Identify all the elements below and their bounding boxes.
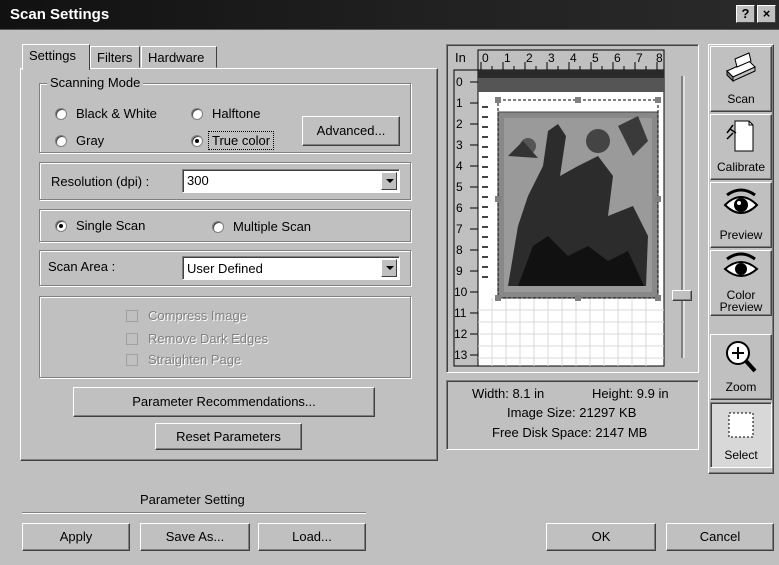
radio-single-scan[interactable] xyxy=(55,220,67,232)
load-button[interactable]: Load... xyxy=(258,523,366,551)
ruler-v-6: 6 xyxy=(456,201,463,215)
advanced-button[interactable]: Advanced... xyxy=(302,116,400,146)
compress-image-checkbox[interactable] xyxy=(126,310,138,322)
ruler-h-0: 0 xyxy=(482,51,489,65)
select-label: Select xyxy=(724,448,758,462)
chevron-down-icon[interactable] xyxy=(381,259,397,277)
ruler-v-4: 4 xyxy=(456,159,463,173)
radio-true-color[interactable] xyxy=(191,135,203,147)
ruler-h-4: 4 xyxy=(570,51,577,65)
tab-filters-label: Filters xyxy=(97,50,133,65)
remove-dark-edges-checkbox[interactable] xyxy=(126,333,138,345)
help-button[interactable]: ? xyxy=(736,5,755,23)
title-bar: Scan Settings ? × xyxy=(0,0,779,30)
ok-button[interactable]: OK xyxy=(546,523,656,551)
radio-gray[interactable] xyxy=(55,135,67,147)
ruler-h-6: 6 xyxy=(614,51,621,65)
tab-hardware[interactable]: Hardware xyxy=(141,46,217,68)
scan-area-value: User Defined xyxy=(187,261,263,276)
reset-parameters-button[interactable]: Reset Parameters xyxy=(155,423,302,450)
eye-icon xyxy=(723,188,759,214)
ruler-v-0: 0 xyxy=(456,75,463,89)
select-icon xyxy=(728,412,754,438)
straighten-page-checkbox[interactable] xyxy=(126,354,138,366)
tab-filters[interactable]: Filters xyxy=(90,46,140,68)
zoom-icon xyxy=(726,341,757,373)
scanner-icon xyxy=(726,52,756,83)
save-as-button[interactable]: Save As... xyxy=(140,523,250,551)
ruler-v-7: 7 xyxy=(456,222,463,236)
preview-canvas[interactable] xyxy=(448,46,698,371)
chevron-down-icon[interactable] xyxy=(381,172,397,190)
calibrate-icon xyxy=(726,120,754,152)
ruler-v-5: 5 xyxy=(456,180,463,194)
scan-button[interactable]: Scan xyxy=(710,46,772,112)
ruler-v-11: 11 xyxy=(454,306,467,320)
zoom-label: Zoom xyxy=(725,380,757,394)
black-white-label: Black & White xyxy=(76,106,157,121)
straighten-page-label: Straighten Page xyxy=(148,352,242,367)
color-preview-label: Color Preview xyxy=(719,288,763,314)
gray-label: Gray xyxy=(76,133,105,148)
true-color-label: True color xyxy=(208,131,275,150)
close-button[interactable]: × xyxy=(757,5,776,23)
ruler-h-2: 2 xyxy=(526,51,533,65)
parameter-setting-label: Parameter Setting xyxy=(140,492,245,507)
height-readout: Height: 9.9 in xyxy=(592,386,669,401)
tab-settings[interactable]: Settings xyxy=(22,44,90,70)
width-readout: Width: 8.1 in xyxy=(472,386,545,401)
resolution-value: 300 xyxy=(187,173,209,188)
ruler-h-5: 5 xyxy=(592,51,599,65)
scan-area-label: Scan Area : xyxy=(48,259,116,274)
window-title: Scan Settings xyxy=(10,6,110,23)
free-disk-readout: Free Disk Space: 2147 MB xyxy=(492,425,648,440)
ruler-v-2: 2 xyxy=(456,117,463,131)
ruler-v-8: 8 xyxy=(456,243,463,257)
resolution-select[interactable]: 300 xyxy=(182,169,400,193)
resolution-label: Resolution (dpi) : xyxy=(51,174,150,189)
scan-label: Scan xyxy=(727,92,755,106)
ruler-h-3: 3 xyxy=(548,51,555,65)
ruler-v-1: 1 xyxy=(456,96,463,110)
preview-label: Preview xyxy=(719,228,763,242)
tab-settings-label: Settings xyxy=(29,48,76,63)
remove-dark-edges-label: Remove Dark Edges xyxy=(148,331,268,346)
brightness-slider-thumb[interactable] xyxy=(672,290,692,301)
ruler-v-10: 10 xyxy=(454,285,468,299)
tab-hardware-label: Hardware xyxy=(148,50,205,65)
color-preview-button[interactable]: Color Preview xyxy=(710,250,772,316)
ruler-vertical: 0 1 2 3 4 5 6 7 8 9 10 11 12 13 xyxy=(454,74,478,370)
cancel-button[interactable]: Cancel xyxy=(666,523,774,551)
parameter-recommendations-button[interactable]: Parameter Recommendations... xyxy=(73,387,375,417)
radio-black-white[interactable] xyxy=(55,108,67,120)
multiple-scan-label: Multiple Scan xyxy=(233,219,312,234)
scan-area-select[interactable]: User Defined xyxy=(182,256,400,280)
ruler-h-1: 1 xyxy=(504,51,511,65)
radio-multiple-scan[interactable] xyxy=(212,221,224,233)
compress-image-label: Compress Image xyxy=(148,308,247,323)
zoom-button[interactable]: Zoom xyxy=(710,334,772,400)
calibrate-button[interactable]: Calibrate xyxy=(710,114,772,180)
ruler-v-12: 12 xyxy=(454,327,468,341)
color-eye-icon xyxy=(723,252,759,277)
ruler-h-8: 8 xyxy=(656,51,663,65)
calibrate-label: Calibrate xyxy=(716,160,766,174)
ruler-v-13: 13 xyxy=(454,348,468,362)
ruler-v-3: 3 xyxy=(456,138,463,152)
halftone-label: Halftone xyxy=(212,106,261,121)
ruler-v-9: 9 xyxy=(456,264,463,278)
apply-button[interactable]: Apply xyxy=(22,523,130,551)
parameter-separator xyxy=(22,512,366,514)
scanning-mode-label: Scanning Mode xyxy=(47,75,144,90)
ruler-h-7: 7 xyxy=(636,51,643,65)
single-scan-label: Single Scan xyxy=(76,218,146,233)
preview-button[interactable]: Preview xyxy=(710,182,772,248)
ruler-horizontal: 0 1 2 3 4 5 6 7 8 xyxy=(478,48,664,68)
radio-halftone[interactable] xyxy=(191,108,203,120)
image-size-readout: Image Size: 21297 KB xyxy=(507,405,637,420)
select-button[interactable]: Select xyxy=(710,402,772,468)
